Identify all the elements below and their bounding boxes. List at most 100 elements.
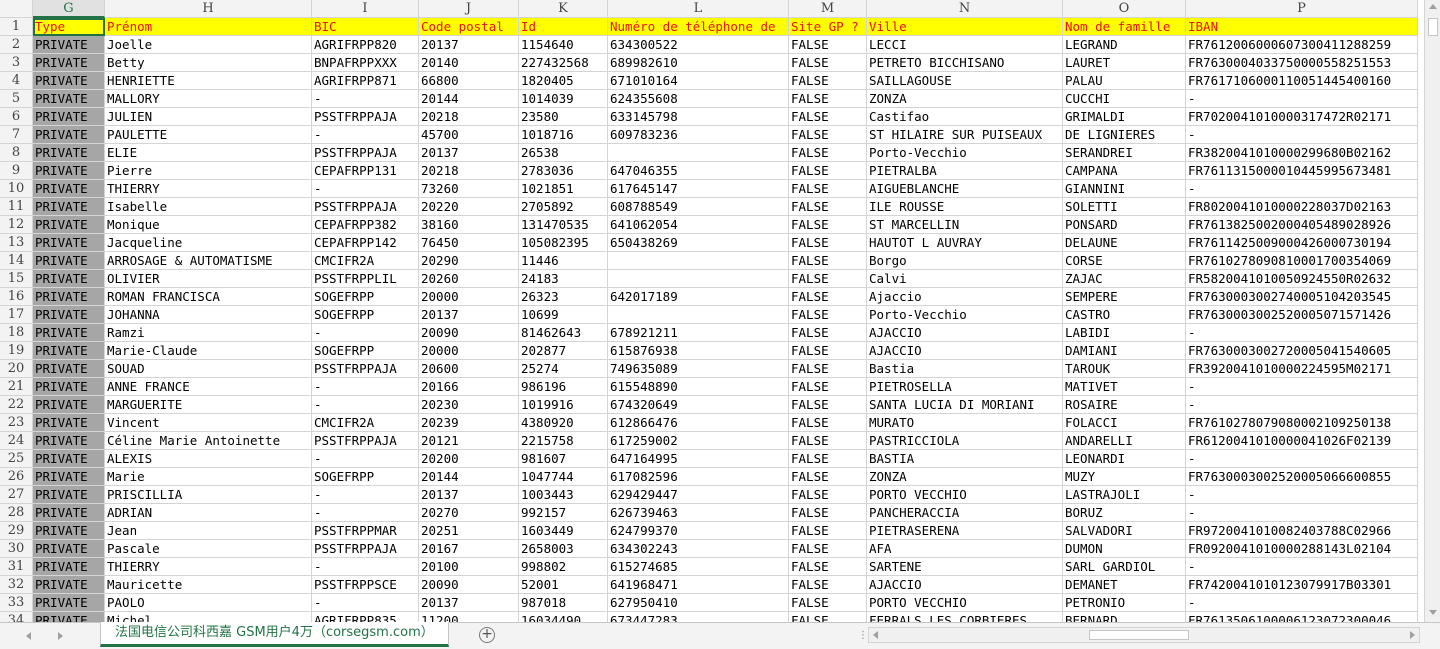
table-cell[interactable]: - xyxy=(1186,486,1418,504)
table-cell[interactable]: 10699 xyxy=(519,306,608,324)
header-cell[interactable]: Site GP ? xyxy=(789,18,867,36)
table-cell[interactable]: 617259002 xyxy=(608,432,789,450)
table-cell[interactable]: FALSE xyxy=(789,252,867,270)
table-cell[interactable]: FALSE xyxy=(789,450,867,468)
table-cell[interactable]: PRIVATE xyxy=(33,306,105,324)
table-cell[interactable]: 981607 xyxy=(519,450,608,468)
table-cell[interactable]: 38160 xyxy=(419,216,519,234)
table-cell[interactable]: Marie-Claude xyxy=(105,342,312,360)
table-cell[interactable]: ANDARELLI xyxy=(1063,432,1186,450)
table-cell[interactable]: PORTO VECCHIO xyxy=(867,486,1063,504)
table-cell[interactable]: PRIVATE xyxy=(33,558,105,576)
table-cell[interactable]: 650438269 xyxy=(608,234,789,252)
table-cell[interactable]: DELAUNE xyxy=(1063,234,1186,252)
table-cell[interactable]: Céline Marie Antoinette xyxy=(105,432,312,450)
table-cell[interactable]: FR7613825002000405489028926 xyxy=(1186,216,1418,234)
scroll-left-icon[interactable] xyxy=(873,631,878,639)
table-cell[interactable]: BNPAFRPPXXX xyxy=(312,54,419,72)
column-header-h[interactable]: H xyxy=(105,0,312,18)
table-cell[interactable]: PRIVATE xyxy=(33,324,105,342)
table-cell[interactable]: 674320649 xyxy=(608,396,789,414)
row-header[interactable]: 22 xyxy=(0,396,33,414)
column-header-o[interactable]: O xyxy=(1063,0,1186,18)
table-cell[interactable]: 227432568 xyxy=(519,54,608,72)
table-cell[interactable]: PANCHERACCIA xyxy=(867,504,1063,522)
row-header[interactable]: 12 xyxy=(0,216,33,234)
table-cell[interactable]: 612866476 xyxy=(608,414,789,432)
table-cell[interactable] xyxy=(608,270,789,288)
table-cell[interactable]: FALSE xyxy=(789,198,867,216)
table-cell[interactable]: SERANDREI xyxy=(1063,144,1186,162)
table-cell[interactable]: - xyxy=(312,378,419,396)
table-cell[interactable]: 20144 xyxy=(419,90,519,108)
table-cell[interactable]: FALSE xyxy=(789,342,867,360)
table-cell[interactable]: LAURET xyxy=(1063,54,1186,72)
table-cell[interactable]: 20218 xyxy=(419,108,519,126)
row-header[interactable]: 29 xyxy=(0,522,33,540)
table-cell[interactable]: ROSAIRE xyxy=(1063,396,1186,414)
table-cell[interactable]: 20200 xyxy=(419,450,519,468)
table-cell[interactable] xyxy=(608,306,789,324)
table-cell[interactable]: FALSE xyxy=(789,414,867,432)
table-cell[interactable]: 131470535 xyxy=(519,216,608,234)
table-cell[interactable]: 641968471 xyxy=(608,576,789,594)
table-cell[interactable]: PRIVATE xyxy=(33,432,105,450)
table-cell[interactable]: FALSE xyxy=(789,108,867,126)
table-cell[interactable]: SAILLAGOUSE xyxy=(867,72,1063,90)
table-cell[interactable]: FR7020041010000317472R02171 xyxy=(1186,108,1418,126)
table-cell[interactable]: FALSE xyxy=(789,576,867,594)
table-cell[interactable]: PRIVATE xyxy=(33,504,105,522)
table-cell[interactable]: 647046355 xyxy=(608,162,789,180)
table-cell[interactable]: PSSTFRPPSCE xyxy=(312,576,419,594)
table-cell[interactable]: 76450 xyxy=(419,234,519,252)
table-cell[interactable]: ADRIAN xyxy=(105,504,312,522)
table-cell[interactable]: AJACCIO xyxy=(867,342,1063,360)
table-cell[interactable]: ELIE xyxy=(105,144,312,162)
table-cell[interactable]: AJACCIO xyxy=(867,576,1063,594)
table-cell[interactable]: FOLACCI xyxy=(1063,414,1186,432)
table-cell[interactable]: 634302243 xyxy=(608,540,789,558)
table-cell[interactable]: PRIVATE xyxy=(33,54,105,72)
table-cell[interactable]: Borgo xyxy=(867,252,1063,270)
table-cell[interactable]: THIERRY xyxy=(105,558,312,576)
table-cell[interactable]: 1021851 xyxy=(519,180,608,198)
table-cell[interactable]: AJACCIO xyxy=(867,324,1063,342)
column-header-j[interactable]: J xyxy=(419,0,519,18)
column-header-m[interactable]: M xyxy=(789,0,867,18)
table-cell[interactable] xyxy=(608,144,789,162)
select-all-corner[interactable] xyxy=(0,0,33,18)
table-cell[interactable]: 202877 xyxy=(519,342,608,360)
table-cell[interactable]: MUZY xyxy=(1063,468,1186,486)
table-cell[interactable]: PSSTFRPPAJA xyxy=(312,360,419,378)
table-cell[interactable]: PRIVATE xyxy=(33,414,105,432)
table-cell[interactable]: FALSE xyxy=(789,180,867,198)
table-cell[interactable]: - xyxy=(312,324,419,342)
table-cell[interactable]: PSSTFRPPAJA xyxy=(312,108,419,126)
tab-split-handle[interactable]: ⋮ xyxy=(858,630,868,641)
table-cell[interactable]: ROMAN FRANCISCA xyxy=(105,288,312,306)
table-cell[interactable]: 608788549 xyxy=(608,198,789,216)
table-cell[interactable]: 987018 xyxy=(519,594,608,612)
horizontal-scroll-thumb[interactable] xyxy=(1089,630,1189,640)
table-cell[interactable]: SARTENE xyxy=(867,558,1063,576)
table-cell[interactable]: 16034490 xyxy=(519,612,608,622)
table-cell[interactable]: LEGRAND xyxy=(1063,36,1186,54)
table-cell[interactable]: PRIVATE xyxy=(33,396,105,414)
table-cell[interactable]: FR7617106000110051445400160 xyxy=(1186,72,1418,90)
table-cell[interactable]: Pierre xyxy=(105,162,312,180)
table-cell[interactable]: FR7630004033750000558251553 xyxy=(1186,54,1418,72)
table-cell[interactable]: FR7630003002520005066600855 xyxy=(1186,468,1418,486)
table-cell[interactable]: - xyxy=(312,450,419,468)
table-cell[interactable]: 73260 xyxy=(419,180,519,198)
row-header[interactable]: 31 xyxy=(0,558,33,576)
table-cell[interactable]: 2215758 xyxy=(519,432,608,450)
table-cell[interactable]: FALSE xyxy=(789,396,867,414)
table-cell[interactable]: FR7630003002520005071571426 xyxy=(1186,306,1418,324)
table-cell[interactable]: 20137 xyxy=(419,594,519,612)
row-header[interactable]: 32 xyxy=(0,576,33,594)
table-cell[interactable]: ZONZA xyxy=(867,90,1063,108)
table-cell[interactable] xyxy=(608,252,789,270)
row-header[interactable]: 27 xyxy=(0,486,33,504)
row-header[interactable]: 5 xyxy=(0,90,33,108)
table-cell[interactable]: - xyxy=(312,486,419,504)
